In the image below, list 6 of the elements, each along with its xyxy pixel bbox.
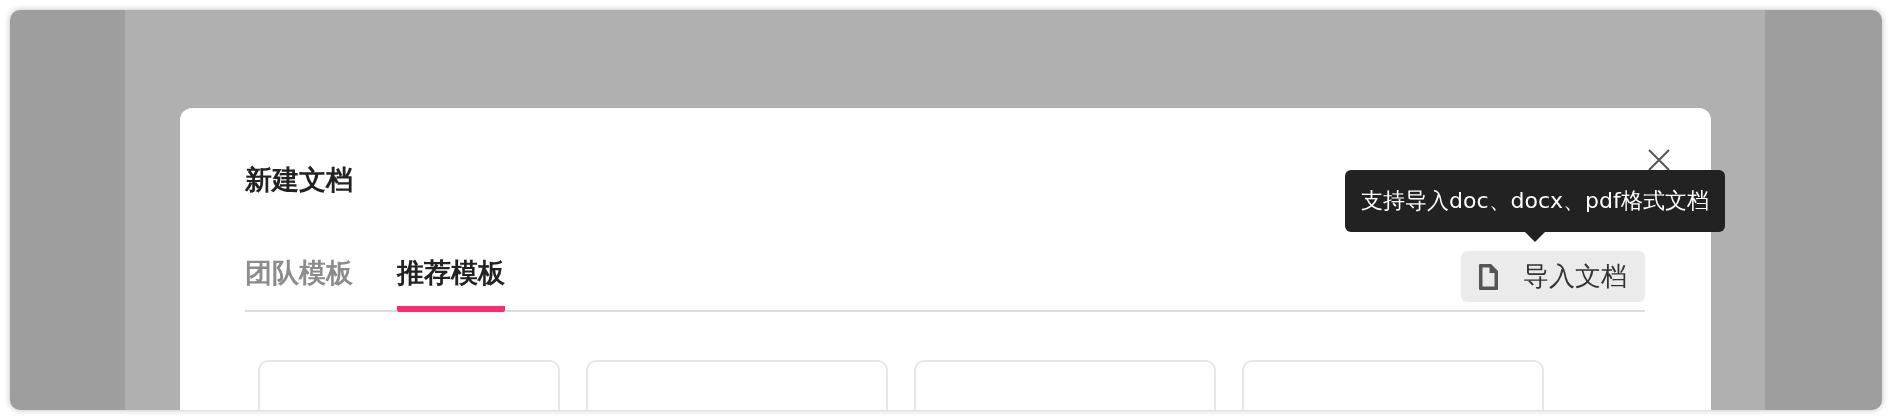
tooltip: 支持导入doc、docx、pdf格式文档	[1345, 170, 1725, 232]
tab[interactable]: 推荐模板	[397, 255, 505, 312]
import-document-button[interactable]: 导入文档	[1461, 251, 1645, 302]
document-icon	[1478, 262, 1499, 291]
close-icon[interactable]	[1647, 148, 1671, 172]
tooltip-arrow	[1524, 232, 1545, 242]
